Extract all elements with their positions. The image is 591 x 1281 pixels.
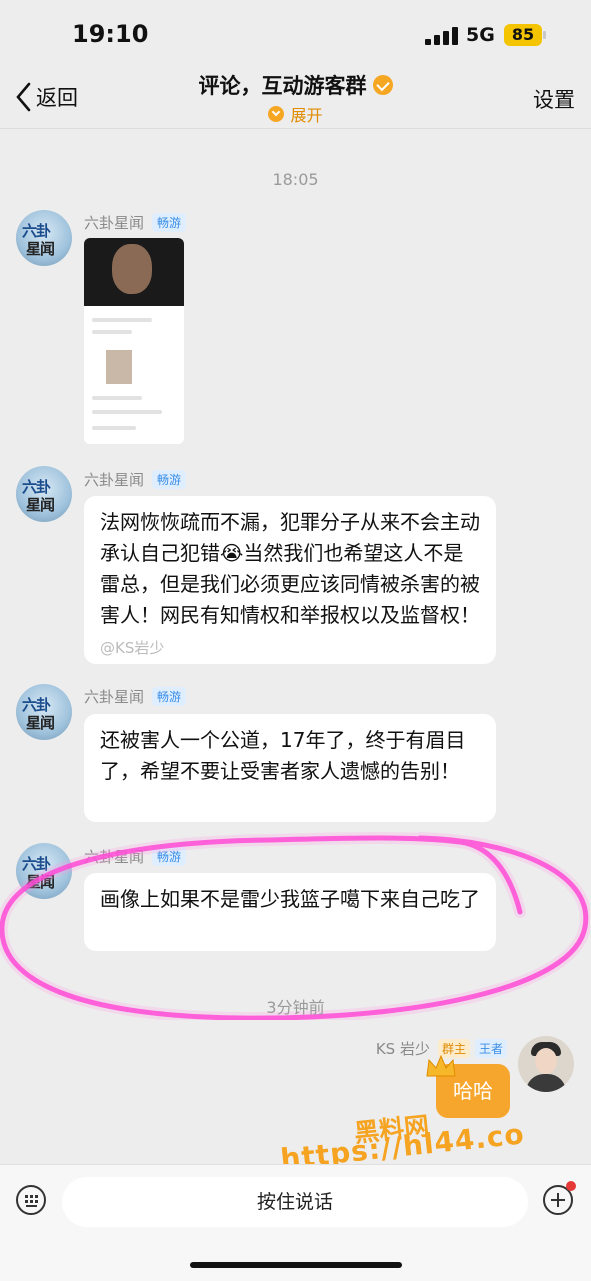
sender-avatar[interactable]: 六卦 星闻 [16, 210, 72, 266]
sender-avatar[interactable]: 六卦 星闻 [16, 684, 72, 740]
network-type: 5G [466, 24, 495, 46]
sender-name: 六卦星闻 [84, 214, 145, 232]
sender-tag: 畅游 [152, 470, 187, 489]
keyboard-icon[interactable] [16, 1185, 46, 1215]
image-preview [84, 238, 184, 306]
sender-name: 六卦星闻 [84, 848, 145, 866]
expand-label: 展开 [290, 106, 323, 125]
sender-row: 六卦星闻 畅游 [84, 469, 187, 490]
status-bar: 19:10 5G 85 [0, 0, 591, 66]
message-bubble[interactable]: 法网恢恢疏而不漏，犯罪分子从来不会主动承认自己犯错😭当然我们也希望这人不是雷总，… [84, 496, 496, 664]
chevron-down-icon [268, 106, 285, 122]
message-watermark: @KS岩少 [100, 639, 165, 657]
sender-name: 六卦星闻 [84, 688, 145, 706]
timestamp: 3分钟前 [266, 998, 325, 1017]
sender-row: 六卦星闻 畅游 [84, 686, 187, 707]
chat-title-area[interactable]: 评论，互动游客群 展开 [0, 70, 591, 126]
verified-badge-icon [372, 75, 393, 95]
battery-tip [543, 31, 546, 39]
sender-name: 六卦星闻 [84, 471, 145, 489]
sender-row: 六卦星闻 畅游 [84, 846, 187, 867]
my-avatar[interactable] [518, 1036, 574, 1092]
settings-button[interactable]: 设置 [533, 84, 575, 114]
crown-icon [426, 1054, 456, 1077]
message-bubble[interactable]: 还被害人一个公道，17年了，终于有眉目了，希望不要让受害者家人遗憾的告别！ [84, 714, 496, 822]
message-text: 法网恢恢疏而不漏，犯罪分子从来不会主动承认自己犯错😭当然我们也希望这人不是雷总，… [100, 510, 480, 627]
image-message[interactable] [84, 238, 184, 444]
nav-bar: 返回 评论，互动游客群 展开 设置 [0, 66, 591, 129]
sender-tag: 畅游 [152, 687, 187, 706]
notification-dot [566, 1181, 576, 1191]
my-sender-name: KS 岩少 [375, 1040, 430, 1058]
sender-tag: 畅游 [152, 213, 187, 232]
status-time: 19:10 [72, 20, 149, 48]
message-bubble[interactable]: 画像上如果不是雷少我篮子噶下来自己吃了 [84, 873, 496, 951]
expand-button[interactable]: 展开 [268, 102, 323, 126]
timestamp: 18:05 [272, 170, 319, 189]
message-text: 画像上如果不是雷少我篮子噶下来自己吃了 [100, 887, 480, 911]
sender-row: 六卦星闻 畅游 [84, 212, 187, 233]
battery-icon: 85 [504, 24, 542, 46]
chat-title: 评论，互动游客群 [198, 74, 367, 98]
sender-avatar[interactable]: 六卦 星闻 [16, 466, 72, 522]
message-text: 还被害人一个公道，17年了，终于有眉目了，希望不要让受害者家人遗憾的告别！ [100, 728, 466, 783]
hold-to-talk-button[interactable]: 按住说话 [62, 1177, 528, 1227]
role-king-badge: 王者 [474, 1039, 507, 1058]
sender-tag: 畅游 [152, 847, 187, 866]
home-indicator [190, 1262, 402, 1268]
sender-avatar[interactable]: 六卦 星闻 [16, 843, 72, 899]
signal-icon [425, 27, 459, 45]
